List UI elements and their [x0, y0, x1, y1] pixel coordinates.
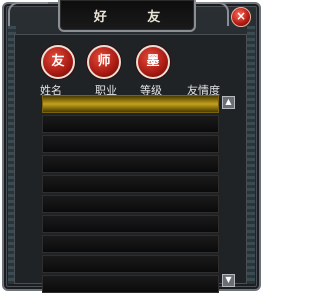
- friend-row[interactable]: [42, 195, 219, 213]
- friend-row[interactable]: [42, 275, 219, 293]
- tab-blacklist[interactable]: 墨: [136, 45, 170, 79]
- frame-right-border: [247, 26, 255, 284]
- friends-panel: 友 师 墨 姓名 职业 等级 友情度 ▲ ▼: [14, 34, 247, 293]
- frame-ornament-left: [8, 2, 48, 26]
- window-title: 好 友: [93, 10, 179, 25]
- scroll-down-button[interactable]: ▼: [222, 274, 235, 287]
- close-button[interactable]: ×: [231, 7, 251, 27]
- friend-row[interactable]: [42, 135, 219, 153]
- friend-row[interactable]: [42, 175, 219, 193]
- tab-mentor[interactable]: 师: [87, 45, 121, 79]
- friend-row[interactable]: [42, 215, 219, 233]
- title-plate: 好 友: [58, 0, 196, 32]
- scroll-up-button[interactable]: ▲: [222, 96, 235, 109]
- friend-row[interactable]: [42, 235, 219, 253]
- friend-row[interactable]: [42, 255, 219, 273]
- friends-list: [42, 95, 219, 295]
- tab-friends[interactable]: 友: [41, 45, 75, 79]
- friend-row[interactable]: [42, 115, 219, 133]
- friend-row-selected[interactable]: [42, 95, 219, 113]
- friend-row[interactable]: [42, 155, 219, 173]
